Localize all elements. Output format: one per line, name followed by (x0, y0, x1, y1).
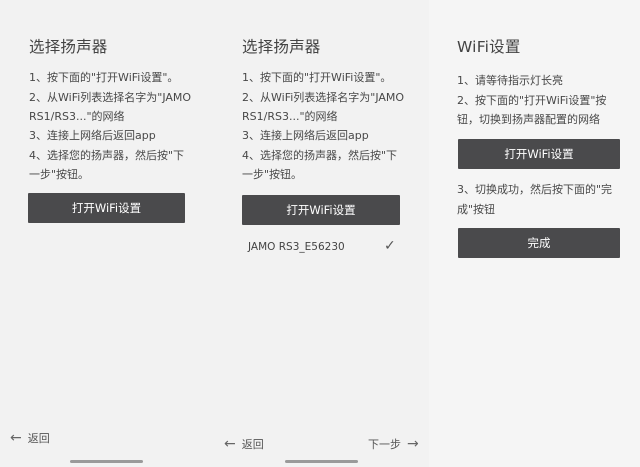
instruction-line: 1、请等待指示灯长亮 (457, 74, 563, 87)
instruction-line: 4、选择您的扬声器，然后按"下 (242, 149, 398, 162)
check-icon: ✓ (384, 238, 396, 254)
instruction-line: 3、连接上网络后返回app (29, 129, 156, 142)
instruction-line: 2、按下面的"打开WiFi设置"按 (457, 94, 607, 107)
instruction-line: 2、从WiFi列表选择名字为"JAMO (29, 91, 192, 104)
instruction-line: 一步"按钮。 (29, 168, 90, 181)
setup-screen-3: WiFi设置 1、请等待指示灯长亮 2、按下面的"打开WiFi设置"按 钮，切换… (429, 0, 640, 467)
setup-screen-1: 选择扬声器 1、按下面的"打开WiFi设置"。 2、从WiFi列表选择名字为"J… (0, 0, 214, 467)
arrow-left-icon: ← (224, 436, 236, 452)
arrow-left-icon: ← (10, 430, 22, 446)
instruction-line: 4、选择您的扬声器，然后按"下 (29, 149, 185, 162)
open-wifi-settings-button[interactable]: 打开WiFi设置 (458, 139, 620, 169)
instruction-line: 3、切换成功，然后按下面的"完 (457, 183, 613, 196)
back-label: 返回 (27, 432, 50, 445)
instruction-line: 1、按下面的"打开WiFi设置"。 (242, 71, 392, 84)
instruction-line: 一步"按钮。 (242, 168, 303, 181)
next-button[interactable]: 下一步 → (368, 436, 419, 452)
instruction-line: RS1/RS3..."的网络 (242, 110, 338, 123)
instruction-line: 钮，切换到扬声器配置的网络 (457, 113, 600, 126)
setup-screen-2: 选择扬声器 1、按下面的"打开WiFi设置"。 2、从WiFi列表选择名字为"J… (214, 0, 429, 467)
page-title: 选择扬声器 (242, 38, 321, 56)
next-label: 下一步 (368, 438, 401, 451)
instruction-line: 2、从WiFi列表选择名字为"JAMO (242, 91, 405, 104)
page-title: WiFi设置 (457, 38, 521, 56)
back-label: 返回 (241, 438, 264, 451)
done-button[interactable]: 完成 (458, 228, 620, 258)
home-indicator (285, 460, 358, 463)
instruction-line: RS1/RS3..."的网络 (29, 110, 125, 123)
page-title: 选择扬声器 (29, 38, 108, 56)
instruction-line: 成"按钮 (457, 203, 496, 216)
open-wifi-settings-button[interactable]: 打开WiFi设置 (28, 193, 185, 223)
open-wifi-settings-button[interactable]: 打开WiFi设置 (242, 195, 400, 225)
back-button[interactable]: ← 返回 (10, 430, 50, 446)
instruction-line: 3、连接上网络后返回app (242, 129, 369, 142)
arrow-right-icon: → (407, 436, 419, 452)
instruction-line: 1、按下面的"打开WiFi设置"。 (29, 71, 179, 84)
network-item-label[interactable]: JAMO RS3_E56230 (248, 241, 345, 253)
back-button[interactable]: ← 返回 (224, 436, 264, 452)
home-indicator (70, 460, 143, 463)
